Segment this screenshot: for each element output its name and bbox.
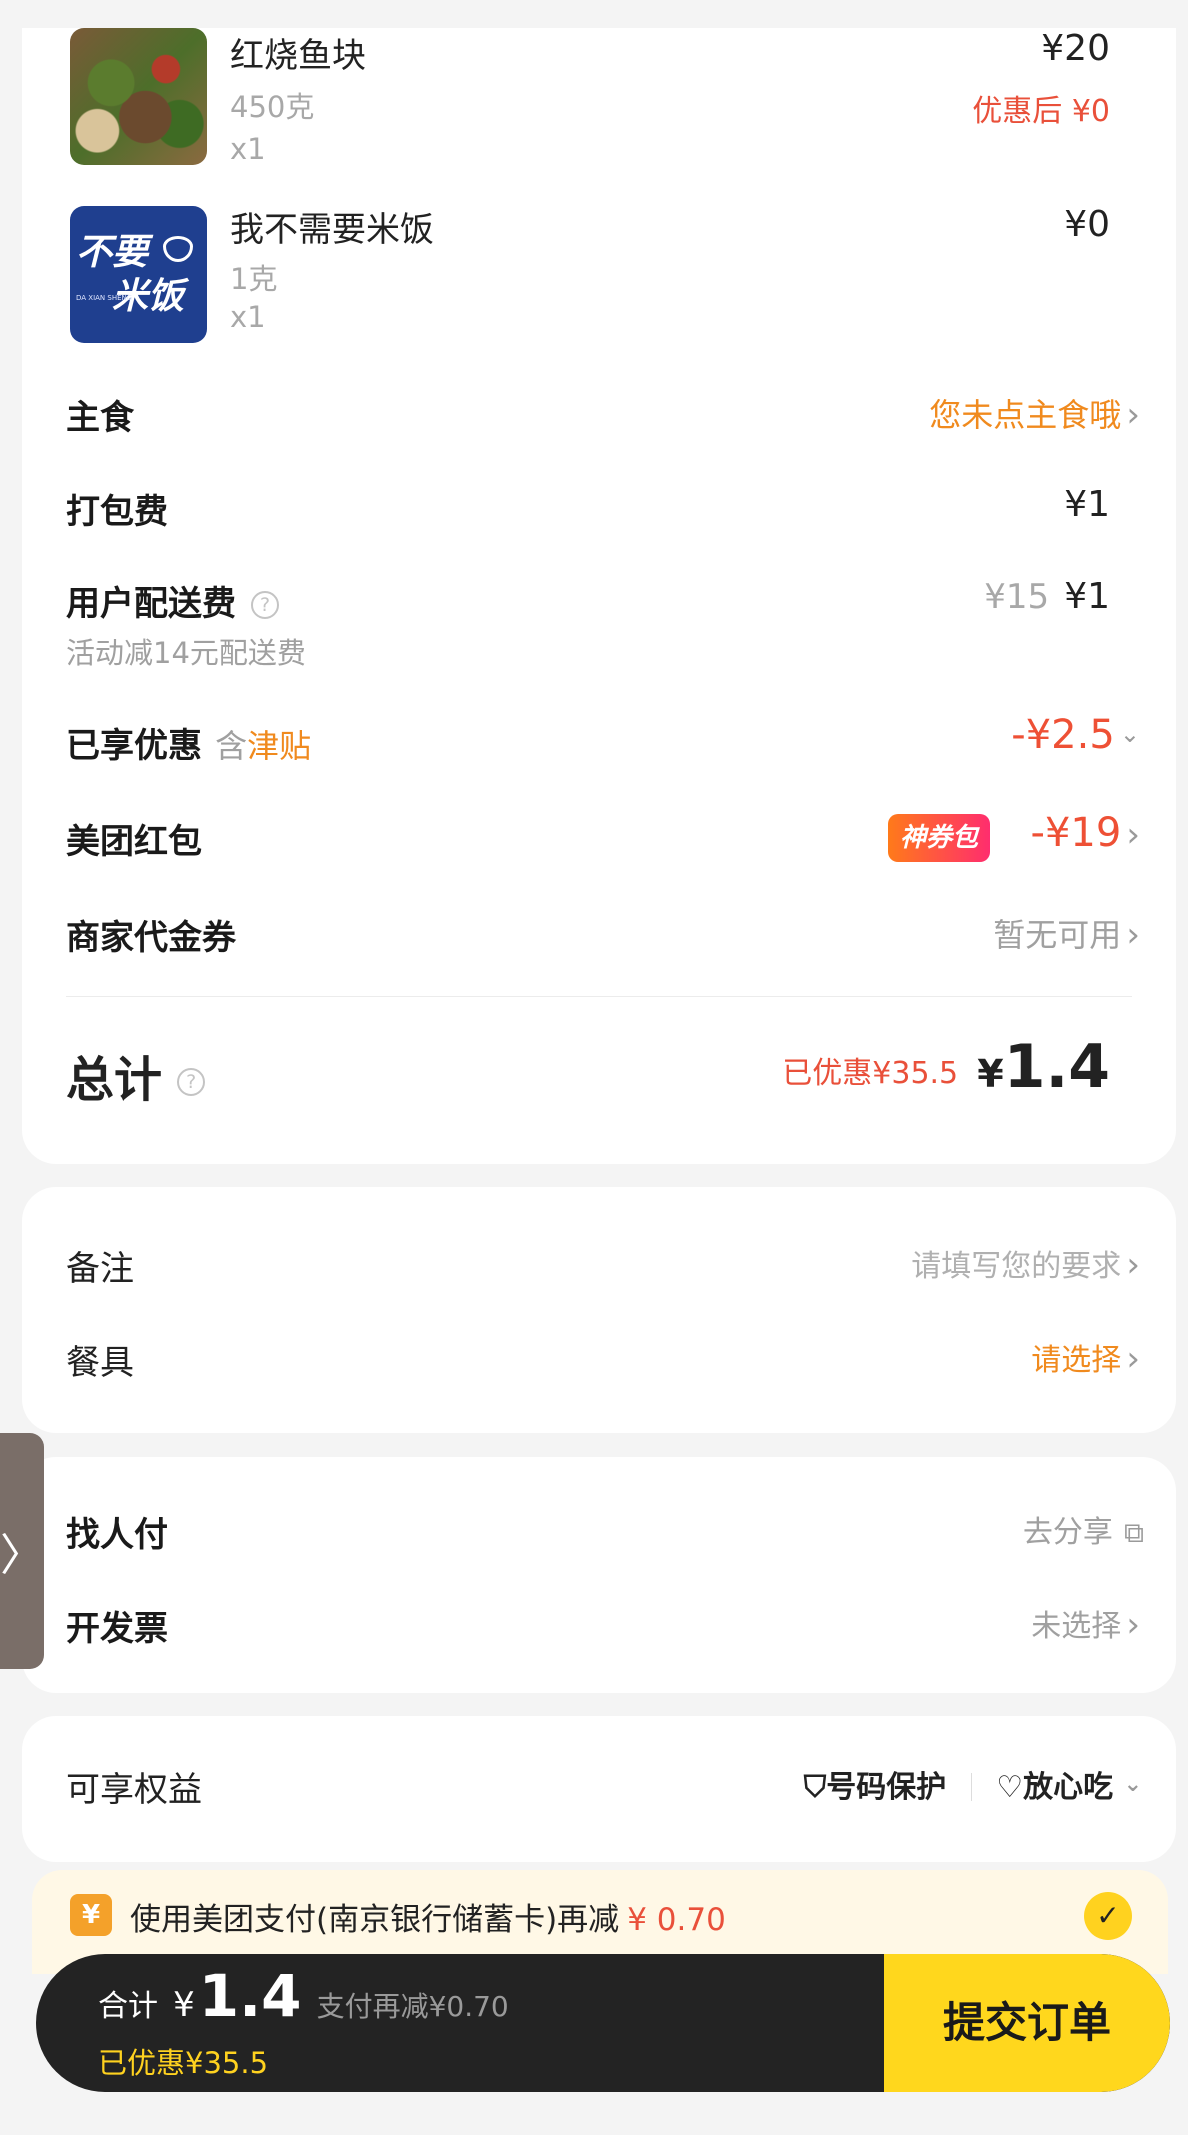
- delivery-fee-label-group: 用户配送费 ?: [66, 576, 280, 625]
- pay-banner-amount: ¥ 0.70: [627, 1902, 726, 1938]
- item-qty: x1: [230, 132, 266, 166]
- item-spec: 1克: [230, 262, 278, 296]
- rights-toggle[interactable]: ⛉号码保护 ♡放心吃 ⌄: [804, 1762, 1142, 1806]
- chevron-right-icon: ›: [1126, 1339, 1140, 1379]
- submit-order-button[interactable]: 提交订单: [884, 1954, 1170, 2092]
- rights-card: 可享权益 ⛉号码保护 ♡放心吃 ⌄: [22, 1716, 1176, 1862]
- bottom-amount: 1.4: [198, 1962, 302, 2030]
- side-expand-tab[interactable]: 〉: [0, 1433, 44, 1669]
- bottom-total-label: 合计: [98, 1989, 158, 2024]
- packing-fee-value: ¥1: [1064, 484, 1110, 525]
- logo-small-text: DA XIAN SHENG: [76, 294, 133, 302]
- rights-item-safe-eat: 放心吃: [1023, 1770, 1114, 1805]
- total-label-group: 总计 ?: [66, 1040, 206, 1110]
- voucher-label: 商家代金券: [66, 918, 236, 958]
- remark-placeholder: 请填写您的要求: [911, 1249, 1122, 1284]
- pay-invoice-card: 找人付 去分享 ⧉ 开发票 未选择 ›: [22, 1457, 1176, 1693]
- tableware-value: 请选择: [1031, 1343, 1122, 1378]
- staple-row-link[interactable]: 您未点主食哦 ›: [929, 390, 1140, 436]
- chevron-right-icon: ›: [1126, 815, 1140, 855]
- delivery-fee-original: ¥15: [984, 577, 1050, 617]
- item-image-no-rice-logo[interactable]: 不要 米饭 DA XIAN SHENG: [70, 206, 207, 343]
- chevron-right-icon: ›: [1126, 395, 1140, 435]
- redpacket-label: 美团红包: [66, 822, 202, 862]
- item-discounted-price: 优惠后 ¥0: [972, 94, 1110, 129]
- voucher-value: 暂无可用: [993, 916, 1122, 954]
- staple-value: 您未点主食哦: [929, 396, 1122, 434]
- total-label: 总计: [66, 1052, 163, 1108]
- share-icon: ⧉: [1124, 1516, 1144, 1549]
- rights-label: 可享权益: [66, 1770, 202, 1810]
- invoice-row-link[interactable]: 未选择 ›: [1031, 1601, 1140, 1645]
- shield-icon: ⛉: [803, 1770, 827, 1805]
- divider: [970, 1773, 972, 1801]
- chevron-right-icon: ›: [1126, 1605, 1140, 1645]
- item-spec: 450克: [230, 90, 315, 124]
- item-qty: x1: [230, 300, 266, 334]
- checkout-bar: 合计 ¥1.4 支付再减¥0.70 已优惠¥35.5 提交订单: [36, 1954, 1170, 2092]
- heart-icon: ♡: [996, 1770, 1024, 1805]
- voucher-row-link[interactable]: 暂无可用 ›: [993, 910, 1140, 956]
- rights-item-phone-protect: 号码保护: [826, 1770, 947, 1805]
- staple-label: 主食: [66, 398, 134, 438]
- remark-card: 备注 请填写您的要求 › 餐具 请选择 ›: [22, 1187, 1176, 1433]
- order-summary-card: 红烧鱼块 450克 x1 ¥20 优惠后 ¥0 不要 米饭 DA XIAN SH…: [22, 28, 1176, 1164]
- item-image-fish[interactable]: [70, 28, 207, 165]
- total-values: 已优惠¥35.5 ¥1.4: [782, 1032, 1110, 1102]
- coupon-pack-badge: 神券包: [888, 814, 991, 862]
- bottom-saved: 已优惠¥35.5: [98, 2046, 269, 2080]
- redpacket-row-link[interactable]: -¥19 ›: [1031, 810, 1140, 856]
- remark-label: 备注: [66, 1249, 134, 1289]
- pay-banner-text: 使用美团支付(南京银行储蓄卡)再减: [130, 1902, 620, 1938]
- item-price: ¥0: [1064, 204, 1110, 245]
- chevron-right-icon: ›: [1126, 915, 1140, 955]
- discount-label-group: 已享优惠 含津贴: [66, 718, 311, 767]
- help-icon[interactable]: ?: [177, 1068, 206, 1096]
- pay-other-label: 找人付: [66, 1515, 168, 1555]
- item-name: 红烧鱼块: [230, 36, 366, 76]
- check-icon[interactable]: ✓: [1084, 1892, 1132, 1940]
- total-amount: 1.4: [1003, 1032, 1110, 1102]
- delivery-fee-value: ¥1: [1064, 576, 1110, 617]
- total-saved: 已优惠¥35.5: [782, 1056, 959, 1091]
- help-icon[interactable]: ?: [251, 591, 280, 619]
- discount-prefix: 含: [215, 727, 248, 765]
- discount-subsidy: 津贴: [247, 727, 312, 765]
- divider: [66, 996, 1132, 997]
- pay-other-value: 去分享: [1022, 1515, 1113, 1550]
- invoice-value: 未选择: [1031, 1609, 1122, 1644]
- discount-row-toggle[interactable]: -¥2.5 ⌄: [1011, 712, 1140, 758]
- chevron-down-icon: ⌄: [1123, 1772, 1142, 1797]
- redpacket-value: -¥19: [1030, 810, 1122, 856]
- bottom-currency: ¥: [173, 1985, 195, 2025]
- invoice-label: 开发票: [66, 1609, 168, 1649]
- tableware-row-link[interactable]: 请选择 ›: [1031, 1335, 1140, 1379]
- pay-other-share-link[interactable]: 去分享 ⧉: [1023, 1507, 1144, 1551]
- delivery-fee-label: 用户配送费: [66, 584, 236, 624]
- bottom-pay-extra: 支付再减¥0.70: [316, 1990, 509, 2023]
- bottom-total-group: 合计 ¥1.4 支付再减¥0.70: [98, 1962, 509, 2030]
- chevron-down-icon: ⌄: [1119, 720, 1140, 748]
- wallet-icon: ¥: [70, 1894, 112, 1936]
- remark-row-link[interactable]: 请填写您的要求 ›: [911, 1241, 1140, 1285]
- tableware-label: 餐具: [66, 1343, 134, 1383]
- chevron-right-icon: 〉: [0, 1530, 44, 1581]
- item-name: 我不需要米饭: [230, 210, 434, 250]
- delivery-fee-note: 活动减14元配送费: [66, 636, 306, 670]
- packing-fee-label: 打包费: [66, 492, 168, 532]
- item-price: ¥20: [1041, 28, 1110, 69]
- pay-banner-text-group: 使用美团支付(南京银行储蓄卡)再减 ¥ 0.70: [130, 1894, 726, 1939]
- discount-label: 已享优惠: [66, 726, 202, 766]
- total-currency: ¥: [977, 1052, 1004, 1096]
- discount-value: -¥2.5: [1011, 712, 1115, 758]
- delivery-fee-values: ¥15 ¥1: [984, 576, 1110, 617]
- top-strip: [0, 0, 1188, 28]
- chevron-right-icon: ›: [1126, 1245, 1140, 1285]
